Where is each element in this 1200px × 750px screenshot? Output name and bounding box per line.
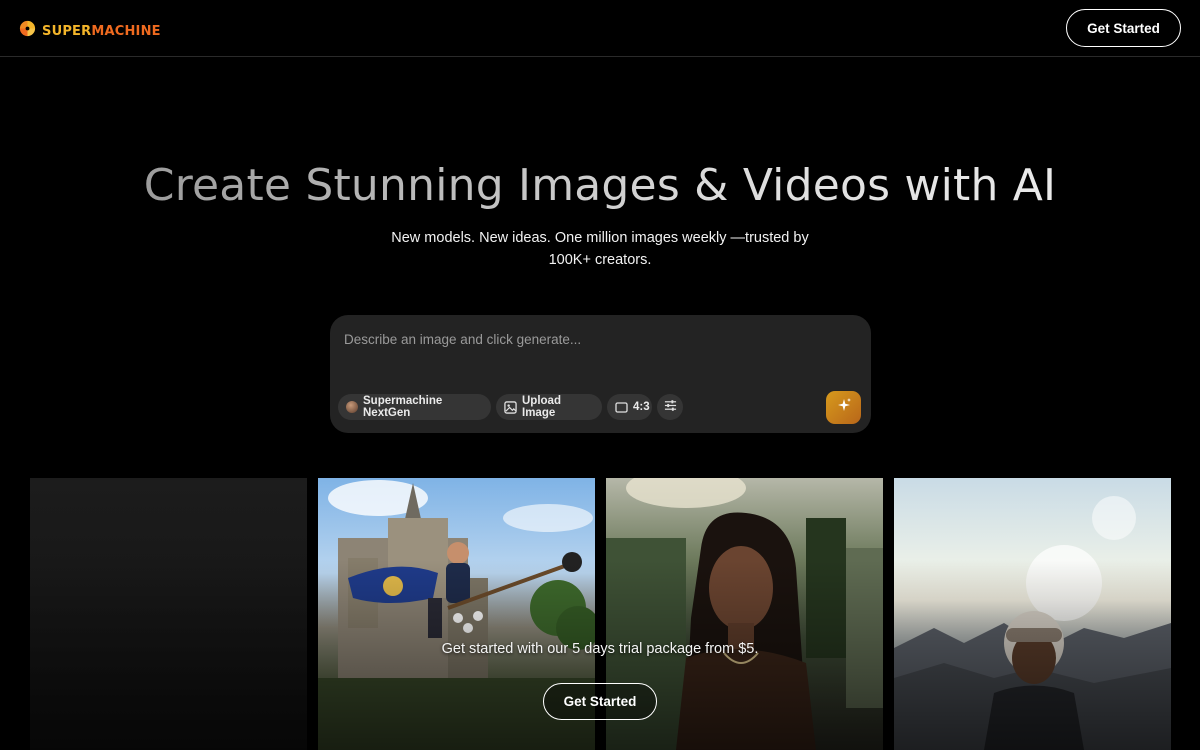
sparkle-icon (836, 397, 852, 418)
prompt-input[interactable] (344, 329, 844, 349)
logo-mark-icon (18, 19, 37, 43)
upload-image-label: Upload Image (522, 395, 561, 419)
upload-image-button[interactable]: Upload Image (496, 394, 602, 420)
sliders-icon (664, 399, 677, 415)
aspect-ratio-icon (615, 401, 628, 413)
model-selector-label: Supermachine NextGen (363, 395, 443, 419)
header-get-started-button[interactable]: Get Started (1066, 9, 1181, 47)
model-selector[interactable]: Supermachine NextGen (338, 394, 491, 420)
top-navbar: SUPERMACHINE Get Started (0, 0, 1200, 57)
brand-logo[interactable]: SUPERMACHINE (18, 19, 161, 43)
cta-get-started-button[interactable]: Get Started (543, 683, 657, 720)
hero-subtitle: New models. New ideas. One million image… (391, 230, 809, 268)
brand-name-part1: SUPER (42, 23, 92, 39)
prompt-panel: Supermachine NextGen Upload Image 4:3 (330, 315, 871, 433)
model-avatar-icon (346, 401, 358, 413)
brand-name-part2: MACHINE (91, 23, 161, 39)
aspect-ratio-selector[interactable]: 4:3 (607, 394, 652, 420)
generate-button[interactable] (826, 391, 861, 424)
trial-offer-text: Get started with our 5 days trial packag… (441, 641, 759, 657)
settings-button[interactable] (657, 394, 683, 420)
image-icon (504, 400, 517, 414)
brand-name: SUPERMACHINE (42, 24, 161, 39)
aspect-ratio-label: 4:3 (633, 401, 650, 413)
hero-title: Create Stunning Images & Videos with AI (0, 160, 1200, 211)
